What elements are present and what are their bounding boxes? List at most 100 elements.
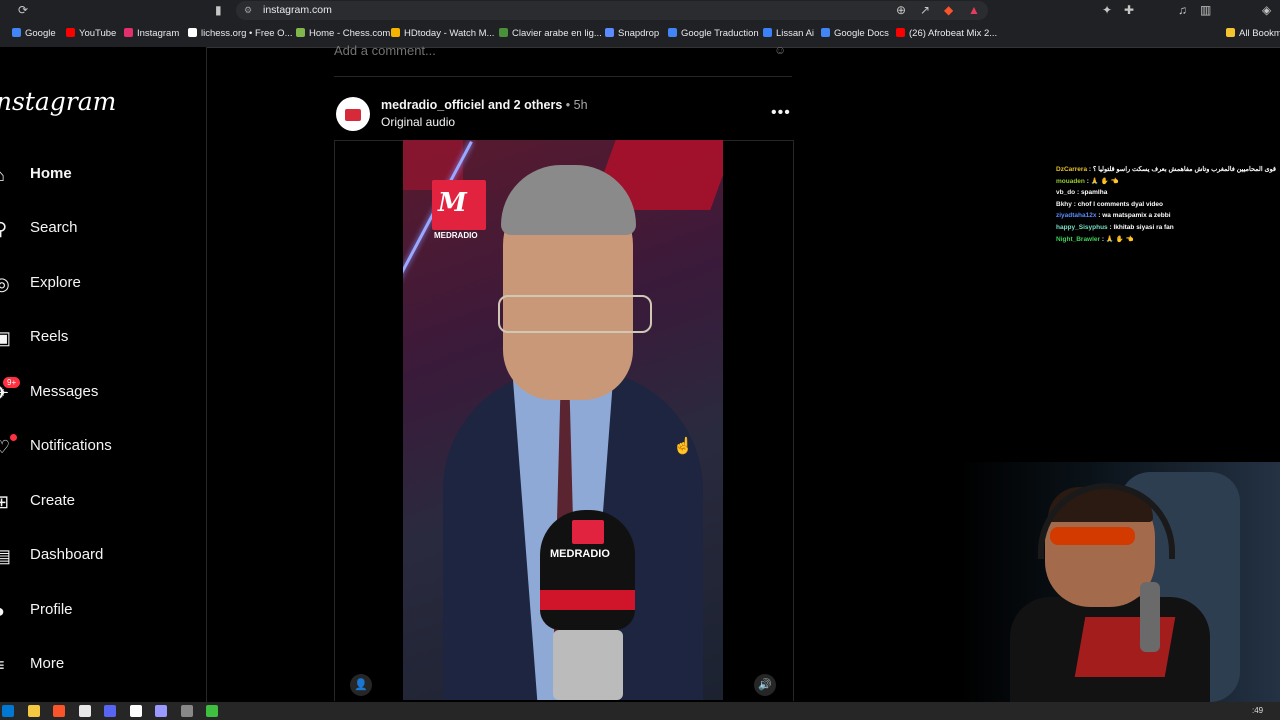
brave-shield-icon[interactable]: ◆ (944, 3, 953, 17)
bookmark-item[interactable]: YouTube (66, 28, 116, 39)
share-icon[interactable]: ↗ (920, 3, 930, 17)
reload-icon[interactable]: ⟳ (18, 3, 28, 17)
bookmark-item[interactable]: lichess.org • Free O... (188, 28, 293, 39)
bookmark-item[interactable]: Google Docs (821, 28, 889, 39)
bookmark-item[interactable]: Google (12, 28, 56, 39)
bookmark-item[interactable]: Instagram (124, 28, 179, 39)
sidebar-item-profile[interactable]: ● Profile (0, 595, 200, 627)
post-coauthors[interactable]: and 2 others (488, 98, 562, 112)
address-bar[interactable]: ⚙ instagram.com ⊕ ↗ ◆ ▲ (236, 1, 988, 20)
taskbar-app-icon[interactable] (53, 705, 65, 717)
speaker-glasses (498, 295, 652, 333)
wallet-icon[interactable]: ◈ (1262, 3, 1271, 17)
post-avatar[interactable] (336, 97, 370, 131)
mute-toggle-icon[interactable]: 🔊 (754, 674, 776, 696)
post-video[interactable]: M MEDRADIO MEDRADIO (403, 140, 723, 700)
streamer-microphone (1140, 582, 1160, 652)
chat-username: Night_Brawler (1056, 235, 1101, 243)
bookmark-item[interactable]: HDtoday - Watch M... (391, 28, 494, 39)
zoom-icon[interactable]: ⊕ (896, 3, 906, 17)
messages-badge: 9+ (3, 377, 21, 388)
url-text: instagram.com (263, 4, 332, 16)
sidebar-item-dashboard[interactable]: ▤ Dashboard (0, 540, 200, 572)
sidebar-item-reels[interactable]: ▣ Reels (0, 322, 200, 354)
leo-icon[interactable]: ✦ (1102, 3, 1112, 17)
bookmark-item[interactable]: (26) Afrobeat Mix 2... (896, 28, 997, 39)
sidebar-item-label: Profile (30, 601, 73, 618)
chat-username: mouaden (1056, 177, 1085, 185)
bookmark-item[interactable]: Home - Chess.com (296, 28, 390, 39)
sidebar-item-explore[interactable]: ◎ Explore (0, 268, 200, 300)
comment-input[interactable]: Add a comment... (334, 43, 436, 58)
taskbar-app-icon[interactable] (155, 705, 167, 717)
bookmark-item[interactable]: Snapdrop (605, 28, 659, 39)
stream-chat: DzCarrera : واش وزير العدل و من أقوى الم… (1056, 164, 1276, 245)
post-username[interactable]: medradio_officiel (381, 98, 485, 112)
bookmark-favicon-icon (605, 28, 614, 37)
extensions-icon[interactable]: ✚ (1124, 3, 1134, 17)
chat-message: ziyadtaha12x : wa matspamix a zebbi (1056, 210, 1276, 222)
bookmark-item[interactable]: Google Traduction (668, 28, 759, 39)
sidebar-item-label: Reels (30, 328, 69, 345)
post-audio[interactable]: Original audio (381, 115, 455, 129)
sidebar-item-label: Notifications (30, 437, 112, 454)
taskbar-app-icon[interactable] (104, 705, 116, 717)
sidebar-item-create[interactable]: ⊞ Create (0, 486, 200, 518)
sidebar-item-messages[interactable]: ✈ 9+ Messages (0, 377, 200, 409)
post-time: 5h (573, 98, 588, 112)
taskbar-app-icon[interactable] (206, 705, 218, 717)
os-taskbar: :49 (0, 702, 1280, 720)
sidebar-item-label: Dashboard (30, 546, 104, 563)
chat-username: Bkhy (1056, 200, 1072, 208)
tags-icon[interactable]: 👤 (350, 674, 372, 696)
taskbar-app-icon[interactable] (27, 705, 40, 717)
clock: :49 (1252, 706, 1264, 715)
bookmark-item[interactable]: Lissan Ai (763, 28, 814, 39)
more-options-icon[interactable]: ••• (771, 104, 791, 122)
home-icon: ⌂ (0, 165, 12, 185)
bookmark-label: Instagram (137, 28, 180, 39)
bookmark-label: Clavier arabe en lig... (512, 28, 602, 39)
microphone: MEDRADIO (540, 510, 635, 630)
sidebar-toggle-icon[interactable]: ▥ (1200, 3, 1211, 17)
instagram-logo[interactable]: Instagram (0, 87, 116, 116)
bookmark-favicon-icon (499, 28, 508, 37)
taskbar-app-icon[interactable] (129, 705, 142, 717)
bookmark-item[interactable]: Clavier arabe en lig... (499, 28, 602, 39)
chat-text: 🙏 ✋ 👈 (1105, 235, 1134, 243)
bookmark-icon[interactable]: ▮ (215, 3, 222, 17)
sidebar-item-search[interactable]: ⚲ Search (0, 213, 200, 245)
sidebar-item-more[interactable]: ≡ More (0, 649, 200, 681)
bookmark-label: YouTube (79, 28, 117, 39)
compass-icon: ◎ (0, 274, 10, 294)
taskbar-app-icon[interactable] (78, 705, 91, 717)
bookmark-item[interactable]: All Bookm (1226, 28, 1280, 39)
post-author[interactable]: medradio_officiel and 2 others • 5h (381, 98, 588, 112)
browser-toolbar: ⟳ ▮ ⚙ instagram.com ⊕ ↗ ◆ ▲ ✦ ✚ ♫ ▥ ◈ (0, 0, 1280, 22)
chat-message: Bkhy : chof l comments dyal video (1056, 199, 1276, 211)
taskbar-app-icon[interactable] (2, 705, 14, 717)
sidebar-item-notifications[interactable]: ♡ Notifications (0, 431, 200, 463)
brave-rewards-icon[interactable]: ▲ (968, 3, 980, 17)
bookmark-favicon-icon (391, 28, 400, 37)
chat-username: happy_Sisyphus (1056, 223, 1108, 231)
emoji-icon[interactable]: ☺ (774, 43, 786, 57)
chat-username: DzCarrera (1056, 166, 1088, 173)
microphone-stand (553, 630, 623, 700)
chat-message: Night_Brawler : 🙏 ✋ 👈 (1056, 234, 1276, 246)
bookmark-label: Snapdrop (618, 28, 660, 39)
bar-chart-icon: ▤ (0, 546, 12, 566)
divider (334, 76, 792, 77)
site-info-icon[interactable]: ⚙ (244, 5, 252, 16)
bookmark-favicon-icon (66, 28, 75, 37)
bookmark-favicon-icon (296, 28, 305, 37)
chat-message: mouaden : 🙏 ✋ 👈 (1056, 176, 1276, 188)
sidebar-item-label: Create (30, 492, 76, 509)
chat-message: DzCarrera : واش وزير العدل و من أقوى الم… (1056, 164, 1276, 176)
microphone-ring (540, 590, 635, 610)
chat-text: spamlha (1080, 189, 1108, 197)
sidebar-item-home[interactable]: ⌂ Home (0, 159, 200, 191)
taskbar-app-icon[interactable] (180, 705, 193, 717)
bookmark-favicon-icon (668, 28, 677, 37)
media-icon[interactable]: ♫ (1178, 3, 1187, 17)
